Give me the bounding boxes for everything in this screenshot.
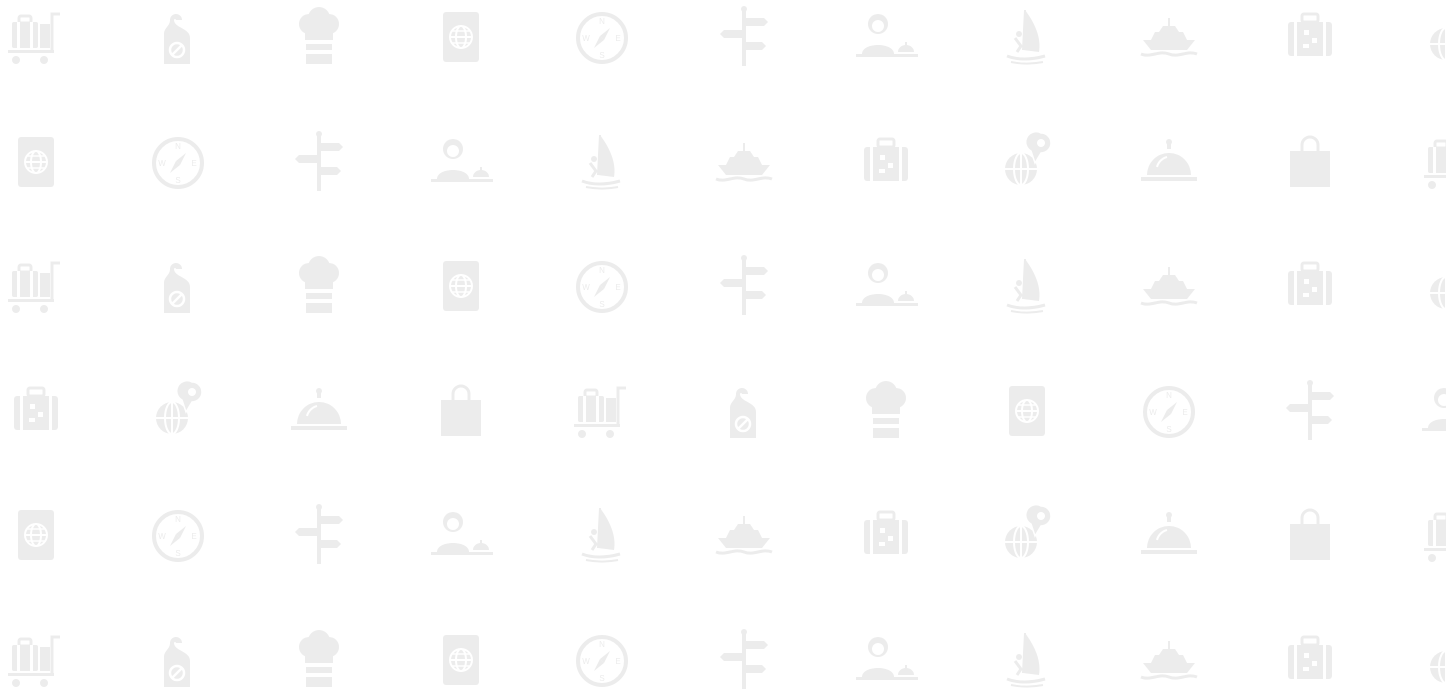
- svg-text:E: E: [191, 159, 196, 168]
- chef-hat-icon: [287, 627, 351, 691]
- room-service-cloche-icon: [287, 378, 351, 442]
- passport-icon: [429, 4, 493, 68]
- svg-text:E: E: [191, 532, 196, 541]
- compass-icon: N S W E: [146, 502, 210, 566]
- luggage-cart-icon: [1420, 502, 1446, 566]
- svg-text:W: W: [1149, 408, 1157, 417]
- passport-icon: [995, 378, 1059, 442]
- door-hanger-icon: [146, 627, 210, 691]
- svg-text:N: N: [599, 17, 605, 26]
- svg-text:N: N: [599, 266, 605, 275]
- luggage-cart-icon: [4, 627, 68, 691]
- svg-text:E: E: [615, 283, 620, 292]
- door-hanger-icon: [146, 4, 210, 68]
- receptionist-icon: [429, 129, 493, 193]
- passport-icon: [4, 129, 68, 193]
- door-hanger-icon: [146, 253, 210, 317]
- windsurfing-icon: [570, 129, 634, 193]
- cruise-ship-icon: [1137, 4, 1201, 68]
- windsurfing-icon: [995, 253, 1059, 317]
- globe-pin-icon: [1420, 4, 1446, 68]
- cruise-ship-icon: [1137, 253, 1201, 317]
- svg-text:N: N: [175, 515, 181, 524]
- svg-text:E: E: [615, 34, 620, 43]
- compass-icon: N S W E: [1137, 378, 1201, 442]
- shopping-bag-icon: [1278, 129, 1342, 193]
- signpost-icon: [712, 4, 776, 68]
- compass-icon: N S W E: [146, 129, 210, 193]
- svg-text:E: E: [1182, 408, 1187, 417]
- room-service-cloche-icon: [1137, 502, 1201, 566]
- receptionist-icon: [854, 253, 918, 317]
- globe-pin-icon: [995, 129, 1059, 193]
- compass-icon: N S W E: [570, 627, 634, 691]
- svg-text:S: S: [599, 674, 604, 683]
- luggage-cart-icon: [4, 4, 68, 68]
- windsurfing-icon: [995, 4, 1059, 68]
- luggage-cart-icon: [1420, 129, 1446, 193]
- svg-text:N: N: [599, 640, 605, 649]
- cruise-ship-icon: [1137, 627, 1201, 691]
- signpost-icon: [287, 129, 351, 193]
- chef-hat-icon: [287, 253, 351, 317]
- svg-text:S: S: [599, 300, 604, 309]
- suitcase-icon: [4, 378, 68, 442]
- windsurfing-icon: [570, 502, 634, 566]
- cruise-ship-icon: [712, 129, 776, 193]
- windsurfing-icon: [995, 627, 1059, 691]
- signpost-icon: [712, 627, 776, 691]
- svg-text:W: W: [158, 532, 166, 541]
- signpost-icon: [287, 502, 351, 566]
- passport-icon: [4, 502, 68, 566]
- svg-text:S: S: [599, 51, 604, 60]
- suitcase-icon: [854, 129, 918, 193]
- travel-icon-pattern-background: N S W E N S W E N S W E N S W E N S W E …: [0, 0, 1446, 700]
- compass-icon: N S W E: [570, 4, 634, 68]
- globe-pin-icon: [1420, 627, 1446, 691]
- globe-pin-icon: [146, 378, 210, 442]
- compass-icon: N S W E: [570, 253, 634, 317]
- receptionist-icon: [429, 502, 493, 566]
- cruise-ship-icon: [712, 502, 776, 566]
- passport-icon: [429, 627, 493, 691]
- svg-text:E: E: [615, 657, 620, 666]
- receptionist-icon: [854, 4, 918, 68]
- svg-text:S: S: [175, 549, 180, 558]
- suitcase-icon: [1278, 4, 1342, 68]
- suitcase-icon: [1278, 253, 1342, 317]
- svg-text:W: W: [582, 657, 590, 666]
- luggage-cart-icon: [570, 378, 634, 442]
- signpost-icon: [1278, 378, 1342, 442]
- suitcase-icon: [854, 502, 918, 566]
- chef-hat-icon: [854, 378, 918, 442]
- svg-text:W: W: [582, 283, 590, 292]
- passport-icon: [429, 253, 493, 317]
- receptionist-icon: [1420, 378, 1446, 442]
- shopping-bag-icon: [1278, 502, 1342, 566]
- signpost-icon: [712, 253, 776, 317]
- svg-text:S: S: [1166, 425, 1171, 434]
- receptionist-icon: [854, 627, 918, 691]
- room-service-cloche-icon: [1137, 129, 1201, 193]
- globe-pin-icon: [995, 502, 1059, 566]
- door-hanger-icon: [712, 378, 776, 442]
- svg-text:N: N: [175, 142, 181, 151]
- chef-hat-icon: [287, 4, 351, 68]
- suitcase-icon: [1278, 627, 1342, 691]
- svg-text:W: W: [582, 34, 590, 43]
- svg-text:W: W: [158, 159, 166, 168]
- shopping-bag-icon: [429, 378, 493, 442]
- globe-pin-icon: [1420, 253, 1446, 317]
- svg-text:S: S: [175, 176, 180, 185]
- svg-text:N: N: [1166, 391, 1172, 400]
- luggage-cart-icon: [4, 253, 68, 317]
